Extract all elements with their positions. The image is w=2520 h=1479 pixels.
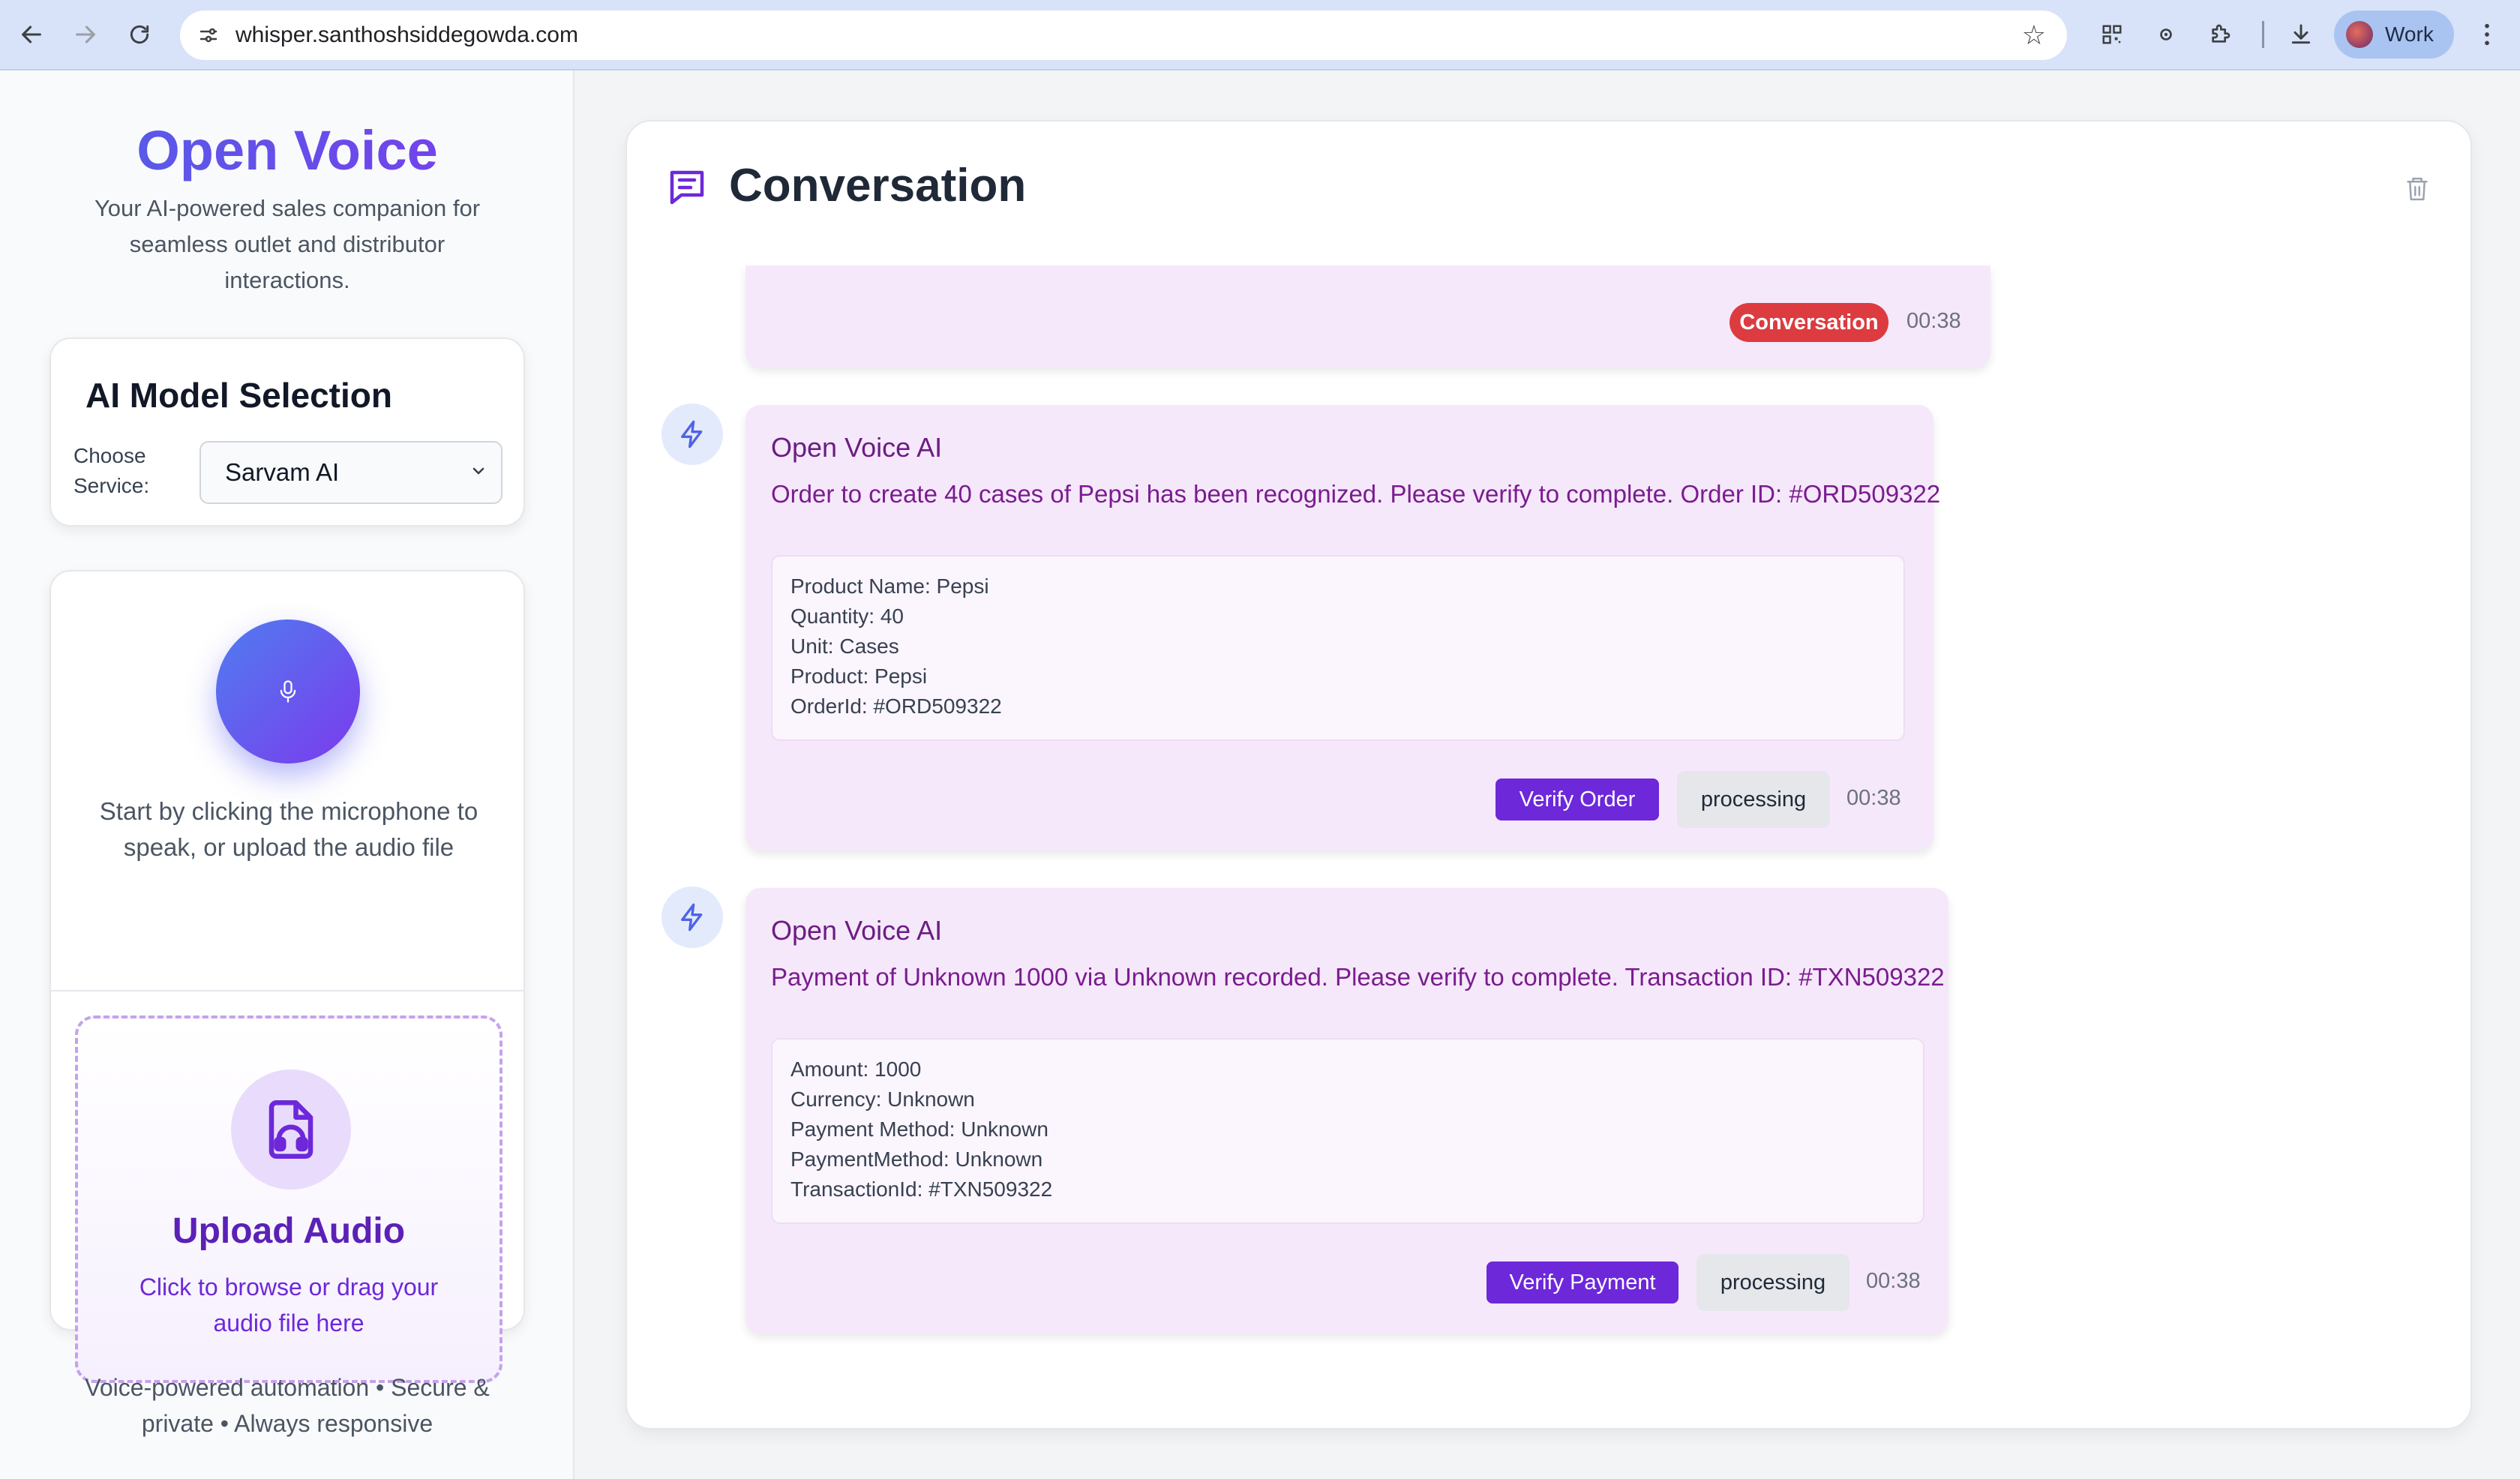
microphone-hint: Start by clicking the microphone to spea… [99,797,478,861]
extensions-puzzle-icon[interactable] [2202,16,2238,52]
message-sender: Open Voice AI [771,915,943,946]
message-time: 00:38 [1866,1269,1921,1293]
browser-menu-icon[interactable] [2469,16,2505,52]
status-badge: processing [1677,771,1830,828]
arrow-left-icon [22,26,41,44]
profile-label: Work [2385,22,2434,46]
detail-line: TransactionId: #TXN509322 [790,1178,1053,1201]
model-selection-card: AI Model Selection Choose Service: Sarva… [50,338,525,526]
message-text: Payment of Unknown 1000 via Unknown reco… [771,963,1945,991]
browser-toolbar: whisper.santhoshsiddegowda.com ☆ Work [0,0,2520,70]
forward-button[interactable] [66,15,105,54]
voice-input-card: Start by clicking the microphone to spea… [50,570,525,1383]
address-bar[interactable]: whisper.santhoshsiddegowda.com ☆ [180,10,2067,60]
detail-line: Quantity: 40 [790,604,904,628]
ai-avatar [662,404,723,465]
chevron-down-icon [470,460,488,486]
back-button[interactable] [12,15,51,54]
upload-audio-hint: Click to browse or drag your audio file … [139,1274,439,1336]
lightning-bolt-icon [681,420,703,448]
model-selection-title: AI Model Selection [86,376,392,415]
chat-icon [670,170,704,205]
reload-icon [130,25,149,44]
download-icon[interactable] [2283,16,2319,52]
brand-tagline: Your AI-powered sales companion for seam… [94,195,481,293]
upload-audio-title: Upload Audio [172,1211,406,1251]
site-settings-icon[interactable] [195,22,222,49]
audio-file-icon [231,1070,351,1190]
message-time: 00:38 [1906,309,1961,333]
url-text[interactable]: whisper.santhoshsiddegowda.com [236,22,578,48]
profile-avatar [2346,21,2373,48]
ai-avatar [662,886,723,948]
trash-icon[interactable] [2404,176,2430,202]
choose-service-label: Choose Service: [74,444,150,497]
detail-line: Payment Method: Unknown [790,1118,1048,1141]
conversation-panel: Conversation Conversation 00:38 Open Voi… [626,120,2472,1430]
message-bubble: Open Voice AI Order to create 40 cases o… [746,405,1940,850]
conversation-title: Conversation [729,160,1027,212]
detail-line: Product: Pepsi [790,664,928,688]
reload-button[interactable] [120,15,159,54]
detail-line: Unit: Cases [790,634,899,658]
sidebar: Open Voice Your AI-powered sales compani… [0,70,574,1479]
detail-line: Currency: Unknown [790,1088,975,1111]
arrow-right-icon [76,26,95,44]
message-time: 00:38 [1846,786,1901,810]
verify-payment-button[interactable]: Verify Payment [1486,1262,1678,1304]
profile-button[interactable]: Work [2334,10,2454,58]
detail-line: PaymentMethod: Unknown [790,1148,1043,1171]
brand-title: Open Voice [0,118,574,182]
microphone-button[interactable] [216,620,360,764]
message-bubble: Open Voice AI Payment of Unknown 1000 vi… [746,888,1948,1334]
extension-icon[interactable] [2148,16,2184,52]
payment-details-box: Amount: 1000 Currency: Unknown Payment M… [771,1038,1924,1224]
microphone-icon [280,680,296,703]
bookmark-star-icon[interactable]: ☆ [2022,20,2046,51]
verify-order-button[interactable]: Verify Order [1496,778,1659,820]
detail-line: OrderId: #ORD509322 [790,694,1002,718]
card-divider [51,990,524,992]
lightning-bolt-icon [681,903,703,932]
detail-line: Product Name: Pepsi [790,574,989,598]
sidebar-footer: Voice-powered automation • Secure & priv… [85,1374,490,1437]
qr-code-icon[interactable] [2094,16,2130,52]
message-bubble: Conversation 00:38 [746,266,1990,368]
detail-line: Amount: 1000 [790,1058,922,1081]
service-select[interactable]: Sarvam AI [200,441,502,504]
message-text: Order to create 40 cases of Pepsi has be… [771,480,1941,508]
toolbar-separator [2262,21,2264,48]
upload-audio-dropzone[interactable]: Upload Audio Click to browse or drag you… [75,1016,502,1383]
status-badge: processing [1696,1254,1850,1311]
service-select-value: Sarvam AI [225,458,340,486]
message-sender: Open Voice AI [771,432,943,463]
order-details-box: Product Name: Pepsi Quantity: 40 Unit: C… [771,555,1905,741]
conversation-badge: Conversation [1730,303,1888,342]
